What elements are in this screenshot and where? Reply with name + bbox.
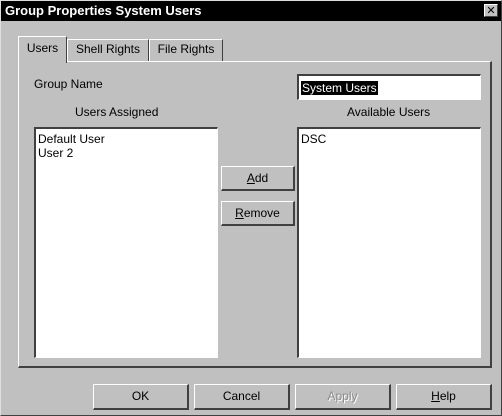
- available-users-list[interactable]: DSC: [297, 127, 481, 358]
- tab-panel-users: Group Name System Users Users Assigned A…: [18, 61, 492, 368]
- ok-label: OK: [131, 389, 150, 403]
- title-bar[interactable]: Group Properties System Users ✕: [1, 1, 501, 21]
- list-item[interactable]: Default User: [36, 132, 217, 146]
- list-item[interactable]: User 2: [36, 146, 217, 160]
- tab-shell-rights-label: Shell Rights: [75, 42, 141, 56]
- dialog-window: Group Properties System Users ✕ Users Sh…: [0, 0, 502, 416]
- list-item[interactable]: DSC: [299, 132, 480, 146]
- tab-users-label: Users: [26, 41, 59, 55]
- users-assigned-label: Users Assigned: [75, 105, 159, 119]
- cancel-button[interactable]: Cancel: [194, 384, 290, 410]
- apply-button[interactable]: Apply: [295, 384, 391, 410]
- window-title: Group Properties System Users: [5, 3, 202, 18]
- group-name-value: System Users: [301, 81, 378, 95]
- group-name-input[interactable]: System Users: [297, 74, 481, 100]
- help-mnemonic: H: [431, 389, 440, 403]
- add-button[interactable]: Add: [221, 166, 295, 191]
- remove-label: emove: [243, 206, 280, 220]
- tab-file-rights[interactable]: File Rights: [149, 39, 223, 61]
- tab-file-rights-label: File Rights: [157, 42, 215, 56]
- close-button[interactable]: ✕: [484, 4, 498, 17]
- remove-mnemonic: R: [235, 206, 244, 220]
- close-icon: ✕: [486, 5, 496, 17]
- remove-button[interactable]: Remove: [221, 201, 295, 226]
- add-mnemonic: A: [246, 171, 255, 185]
- apply-label: Apply: [327, 389, 358, 403]
- tab-shell-rights[interactable]: Shell Rights: [67, 39, 149, 61]
- users-assigned-list[interactable]: Default User User 2: [34, 127, 218, 358]
- help-button[interactable]: Help: [396, 384, 492, 410]
- group-name-label: Group Name: [34, 77, 103, 91]
- cancel-label: Cancel: [222, 389, 261, 403]
- ok-button[interactable]: OK: [93, 384, 189, 410]
- tab-users[interactable]: Users: [18, 36, 67, 63]
- help-label: elp: [439, 389, 456, 403]
- available-users-label: Available Users: [347, 105, 431, 119]
- add-label: dd: [254, 171, 269, 185]
